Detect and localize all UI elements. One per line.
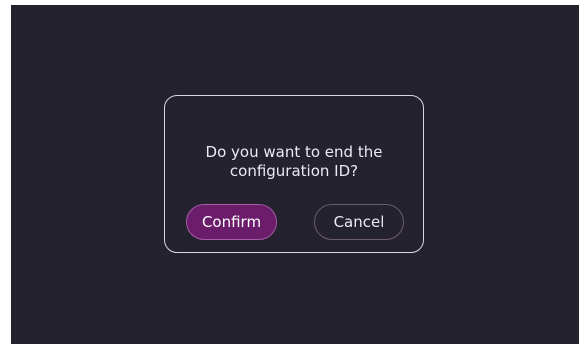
device-screen: Do you want to end the configuration ID?… — [11, 5, 579, 344]
confirm-button-label: Confirm — [201, 213, 262, 231]
cancel-button-label: Cancel — [333, 213, 385, 231]
dialog-message: Do you want to end the configuration ID? — [205, 143, 383, 180]
confirm-button[interactable]: Confirm — [186, 204, 277, 240]
confirm-end-configuration-dialog: Do you want to end the configuration ID?… — [164, 95, 424, 253]
cancel-button[interactable]: Cancel — [314, 204, 404, 240]
